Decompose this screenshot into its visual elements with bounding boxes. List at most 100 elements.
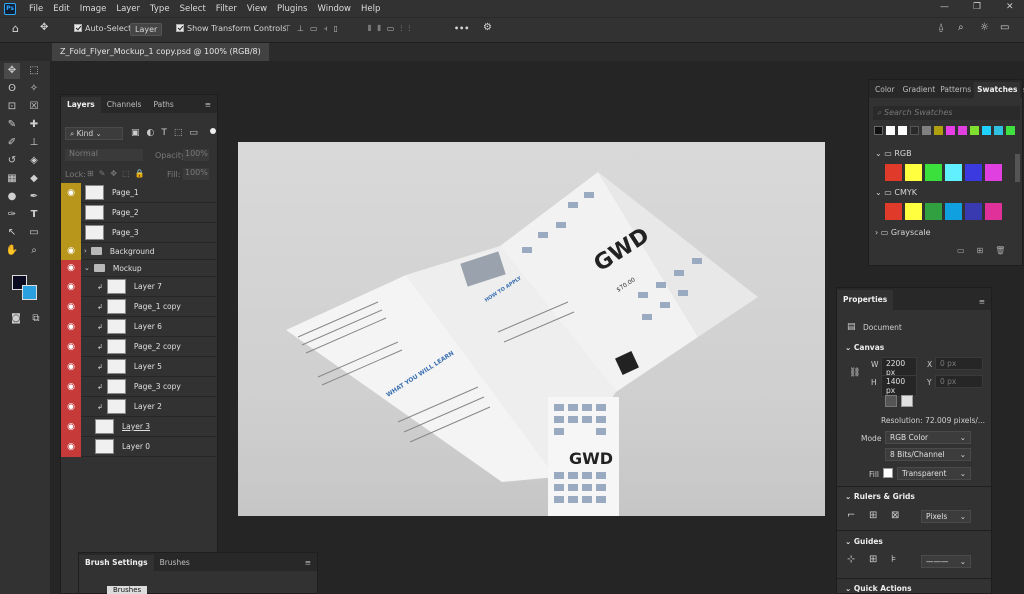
- document-tab[interactable]: Z_Fold_Flyer_Mockup_1 copy.psd @ 100% (R…: [52, 43, 269, 61]
- swatch-footer-icons[interactable]: ▭⊞🗑: [957, 246, 1017, 255]
- layer-row[interactable]: ◉ ↲ Layer 5: [61, 356, 218, 377]
- history-brush-icon[interactable]: ↺: [4, 153, 20, 169]
- recent-swatch[interactable]: [910, 126, 919, 135]
- eraser-icon[interactable]: ◈: [26, 153, 42, 169]
- layer-row[interactable]: Page_3: [61, 222, 218, 243]
- tab-brushes[interactable]: Brushes: [154, 555, 196, 571]
- link-icon[interactable]: ⛓: [849, 368, 860, 378]
- recent-swatch[interactable]: [1006, 126, 1015, 135]
- bits-dropdown[interactable]: 8 Bits/Channel ⌄: [885, 448, 971, 461]
- swatch[interactable]: [945, 164, 962, 181]
- visibility-eye-icon[interactable]: [61, 222, 81, 243]
- layer-group-row[interactable]: ◉ › Background: [61, 242, 218, 260]
- discover-icon[interactable]: ☼: [980, 22, 989, 33]
- layer-row[interactable]: ◉ Layer 3: [61, 416, 218, 437]
- marquee-tool-icon[interactable]: ⬚: [26, 63, 42, 79]
- type-tool-icon[interactable]: T: [26, 207, 42, 223]
- x-field[interactable]: 0 px: [935, 357, 983, 370]
- layer-row[interactable]: Page_2: [61, 202, 218, 223]
- lasso-tool-icon[interactable]: ʘ: [4, 81, 20, 97]
- swatch[interactable]: [905, 203, 922, 220]
- workspace-icon[interactable]: ▭: [1000, 22, 1009, 33]
- swatch-group-grayscale[interactable]: › ▭ Grayscale: [875, 228, 931, 237]
- tab-color[interactable]: Color: [869, 82, 901, 98]
- height-field[interactable]: 1400 px: [881, 375, 917, 397]
- recent-swatch[interactable]: [946, 126, 955, 135]
- search-swatches-input[interactable]: ⌕ Search Swatches: [873, 106, 1020, 120]
- menu-select[interactable]: Select: [175, 4, 211, 14]
- recent-swatch[interactable]: [922, 126, 931, 135]
- brush-tool-icon[interactable]: ✐: [4, 135, 20, 151]
- visibility-eye-icon[interactable]: ◉: [61, 259, 81, 277]
- panel-menu-icon[interactable]: ≡: [1020, 82, 1024, 98]
- menu-plugins[interactable]: Plugins: [272, 4, 312, 14]
- y-field[interactable]: 0 px: [935, 375, 983, 388]
- panel-menu-icon[interactable]: ≡: [973, 294, 991, 310]
- tab-layers[interactable]: Layers: [61, 97, 101, 113]
- portrait-icon[interactable]: [885, 395, 897, 407]
- more-options-button[interactable]: •••: [454, 24, 469, 33]
- tab-paths[interactable]: Paths: [147, 97, 179, 113]
- swatch[interactable]: [925, 203, 942, 220]
- menu-window[interactable]: Window: [312, 4, 356, 14]
- recent-swatch[interactable]: [934, 126, 943, 135]
- layer-row[interactable]: ◉ Layer 0: [61, 436, 218, 457]
- menu-edit[interactable]: Edit: [48, 4, 74, 14]
- path-select-icon[interactable]: ↖: [4, 225, 20, 241]
- quick-actions-section-header[interactable]: ⌄ Quick Actions: [845, 584, 912, 593]
- magic-wand-icon[interactable]: ✧: [26, 81, 42, 97]
- share-icon[interactable]: ⍙: [938, 22, 944, 33]
- menu-view[interactable]: View: [242, 4, 272, 14]
- search-icon[interactable]: ⌕: [958, 22, 964, 33]
- tab-patterns[interactable]: Patterns: [937, 82, 974, 98]
- align-icons[interactable]: ⊤⊥▭⫞▯: [284, 24, 344, 34]
- opacity-field[interactable]: 100%: [183, 149, 209, 161]
- visibility-eye-icon[interactable]: ◉: [61, 276, 81, 297]
- eyedropper-icon[interactable]: ✎: [4, 117, 20, 133]
- filter-toggle-icon[interactable]: [210, 128, 216, 134]
- swatch[interactable]: [985, 164, 1002, 181]
- crop-tool-icon[interactable]: ⊡: [4, 99, 20, 115]
- chevron-down-icon[interactable]: ⌄: [84, 264, 90, 272]
- recent-swatch[interactable]: [970, 126, 979, 135]
- blend-mode-dropdown[interactable]: Normal: [65, 149, 143, 161]
- kind-filter-dropdown[interactable]: ⌕ Kind ⌄: [65, 127, 123, 140]
- visibility-eye-icon[interactable]: ◉: [61, 416, 81, 437]
- dodge-tool-icon[interactable]: ●: [4, 189, 20, 205]
- swatch[interactable]: [965, 164, 982, 181]
- pixel-grid-icon[interactable]: ⊠: [891, 510, 899, 521]
- guides-section-header[interactable]: ⌄ Guides: [845, 537, 883, 546]
- visibility-eye-icon[interactable]: ◉: [61, 396, 81, 417]
- menu-file[interactable]: File: [24, 4, 48, 14]
- visibility-eye-icon[interactable]: [61, 202, 81, 223]
- lock-icons[interactable]: ⊞✎✥⬚🔒: [87, 169, 150, 178]
- layer-row[interactable]: ◉ Page_1: [61, 182, 218, 203]
- units-dropdown[interactable]: Pixels ⌄: [921, 510, 971, 523]
- layer-row[interactable]: ◉ ↲ Page_1 copy: [61, 296, 218, 317]
- swatch[interactable]: [925, 164, 942, 181]
- fill-dropdown[interactable]: Transparent ⌄: [897, 467, 971, 480]
- layer-row[interactable]: ◉ ↲ Page_3 copy: [61, 376, 218, 397]
- recent-swatch[interactable]: [994, 126, 1003, 135]
- gear-icon[interactable]: ⚙: [483, 22, 492, 33]
- panel-menu-icon[interactable]: ≡: [299, 555, 317, 571]
- visibility-eye-icon[interactable]: ◉: [61, 296, 81, 317]
- landscape-icon[interactable]: [901, 395, 913, 407]
- stamp-tool-icon[interactable]: ⊥: [26, 135, 42, 151]
- layer-row[interactable]: ◉ ↲ Layer 2: [61, 396, 218, 417]
- auto-select-checkbox[interactable]: [74, 24, 82, 32]
- recent-swatch[interactable]: [874, 126, 883, 135]
- fill-field[interactable]: 100%: [183, 168, 209, 180]
- background-color[interactable]: [22, 285, 37, 300]
- guide-style-dropdown[interactable]: ——— ⌄: [921, 555, 971, 568]
- guide-layout-icon[interactable]: ⊞: [869, 554, 877, 565]
- recent-swatch[interactable]: [886, 126, 895, 135]
- swatch-group-cmyk[interactable]: ⌄ ▭ CMYK: [875, 188, 917, 197]
- layer-group-row[interactable]: ◉ ⌄ Mockup: [61, 259, 218, 277]
- transform-controls-checkbox[interactable]: [176, 24, 184, 32]
- visibility-eye-icon[interactable]: ◉: [61, 242, 81, 260]
- fill-color-swatch[interactable]: [883, 468, 893, 478]
- filter-icons[interactable]: ▣◐T⬚▭: [131, 128, 205, 138]
- chevron-right-icon[interactable]: ›: [84, 247, 87, 255]
- recent-swatch[interactable]: [898, 126, 907, 135]
